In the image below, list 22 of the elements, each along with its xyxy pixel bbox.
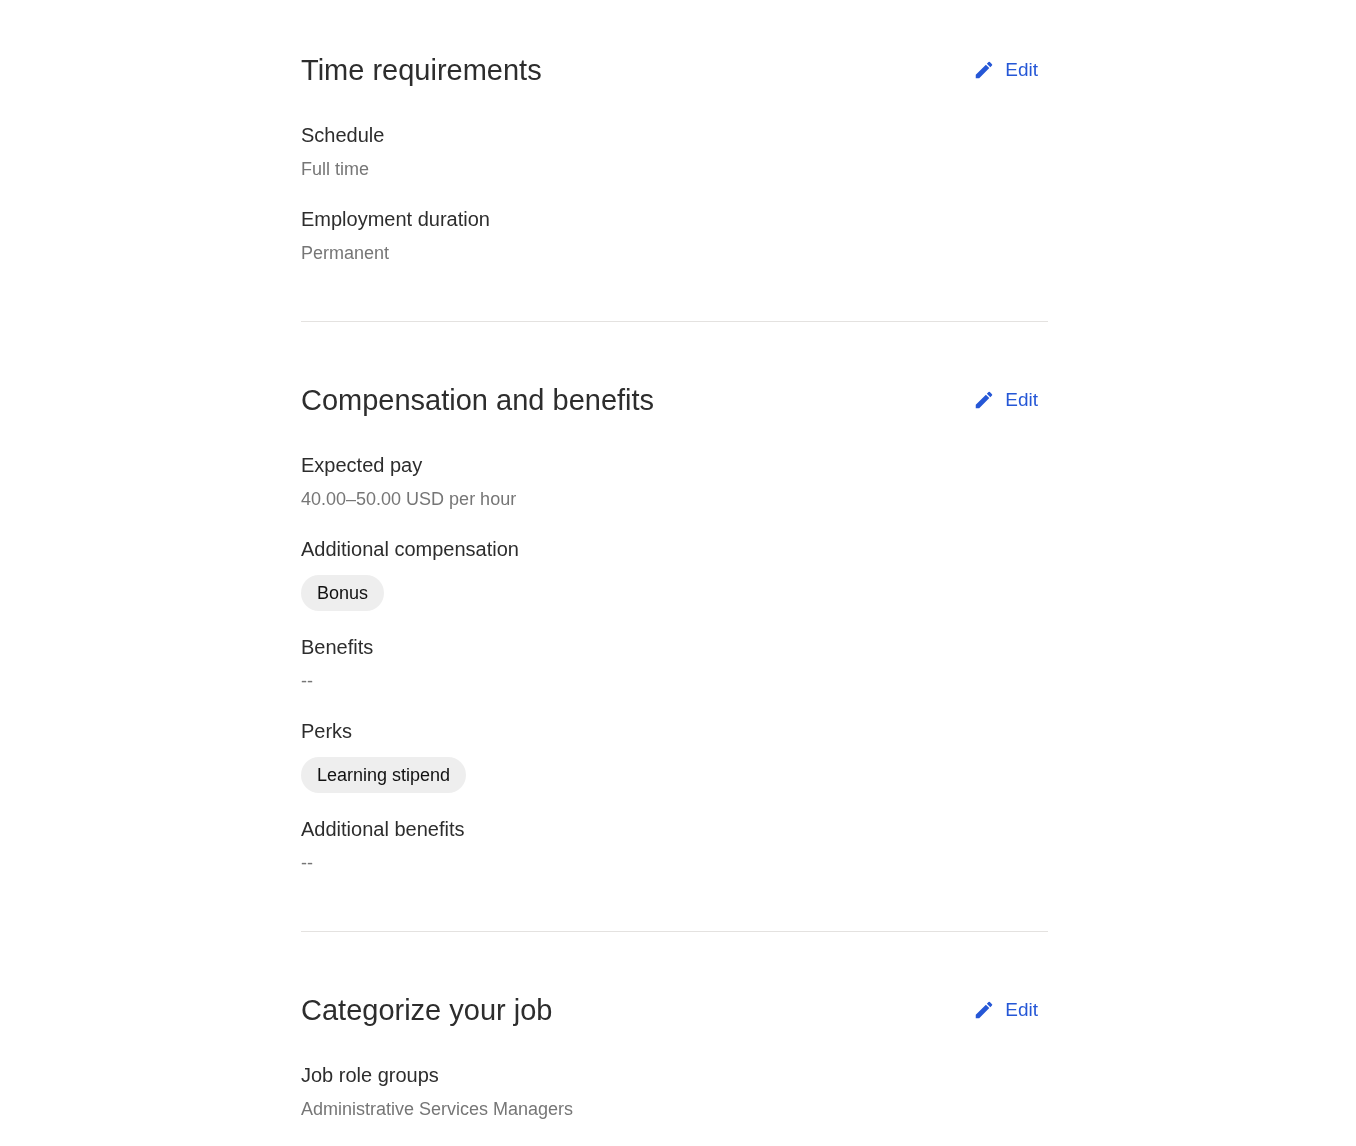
field-value: Permanent <box>301 242 391 265</box>
field-label: Expected pay <box>301 453 424 478</box>
tag-chip: Learning stipend <box>301 757 467 793</box>
edit-button[interactable]: Edit <box>973 995 1048 1025</box>
field-label: Additional compensation <box>301 537 520 562</box>
edit-button[interactable]: Edit <box>973 55 1048 85</box>
section-title: Categorize your job <box>301 993 553 1028</box>
field-value: 40.00–50.00 USD per hour <box>301 488 518 511</box>
field-label: Additional benefits <box>301 817 466 842</box>
field-label: Schedule <box>301 123 386 148</box>
field-value: -- <box>301 670 314 693</box>
edit-button[interactable]: Edit <box>973 385 1048 415</box>
field-value: Full time <box>301 158 370 181</box>
section-title: Time requirements <box>301 53 542 88</box>
field-label: Benefits <box>301 635 375 660</box>
field-value: Administrative Services Managers <box>301 1098 575 1121</box>
field-label: Job role groups <box>301 1063 440 1088</box>
field-value: -- <box>301 852 314 875</box>
field-label: Employment duration <box>301 207 491 232</box>
section-title: Compensation and benefits <box>301 383 655 418</box>
field-label: Perks <box>301 719 354 744</box>
tag-chip: Bonus <box>301 575 385 611</box>
